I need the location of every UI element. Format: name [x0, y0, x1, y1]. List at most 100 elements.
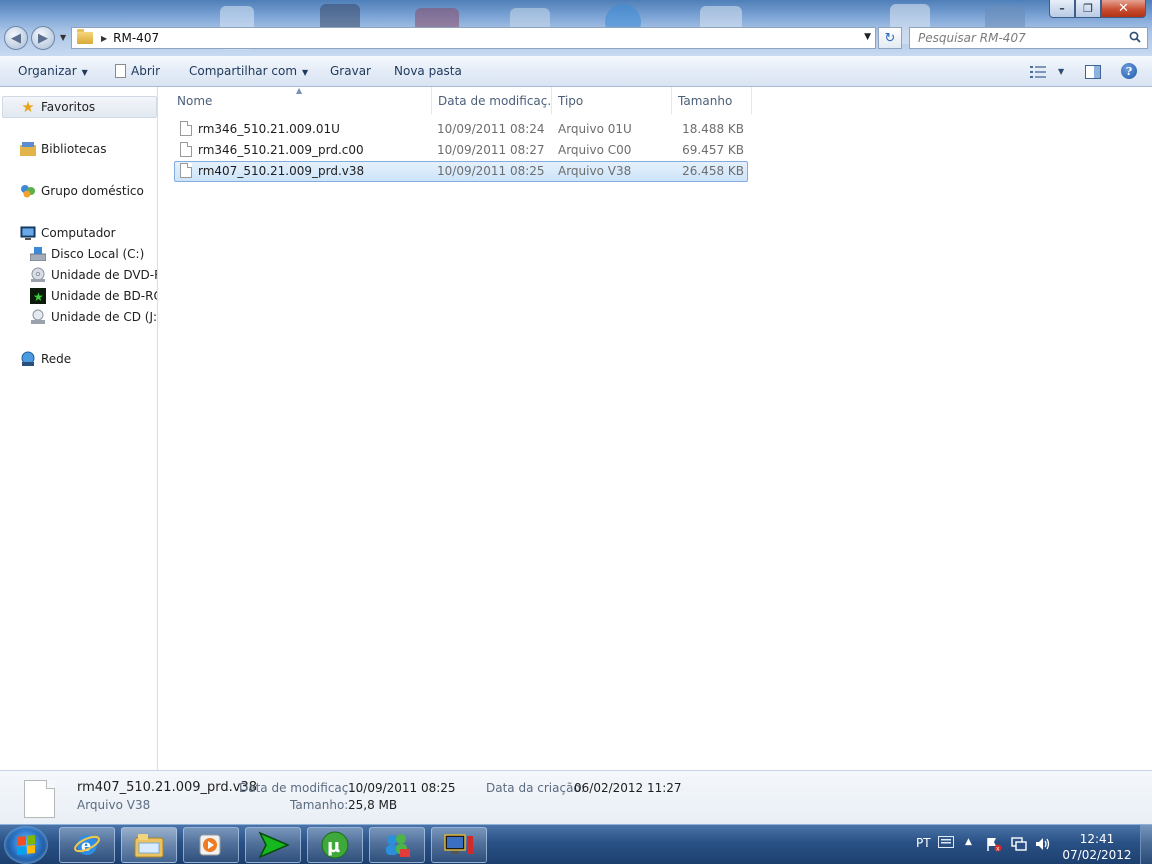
nav-favorites[interactable]: ★ Favoritos: [20, 98, 95, 116]
details-filetype: Arquivo V38: [77, 798, 151, 812]
taskbar-messenger[interactable]: [369, 827, 425, 863]
clock-time: 12:41: [1079, 832, 1115, 846]
nav-libraries[interactable]: Bibliotecas: [20, 141, 106, 157]
column-header-name[interactable]: Nome ▲: [171, 87, 432, 114]
recent-pages-dropdown-icon[interactable]: ▼: [60, 33, 66, 42]
taskbar-media-player[interactable]: [183, 827, 239, 863]
view-details-icon: [1030, 65, 1046, 78]
open-label: Abrir: [131, 64, 161, 78]
nav-drive-cd[interactable]: Unidade de CD (J:): [30, 309, 157, 325]
svg-text:µ: µ: [327, 836, 340, 857]
language-indicator[interactable]: PT: [916, 836, 931, 864]
nav-computer-label: Computador: [41, 226, 116, 240]
nav-drive-dvd[interactable]: Unidade de DVD-RW: [30, 267, 157, 283]
column-header-type[interactable]: Tipo: [552, 87, 672, 114]
help-icon[interactable]: ?: [1121, 63, 1137, 79]
view-options-dropdown-icon[interactable]: ▼: [1058, 67, 1064, 76]
file-row-selected[interactable]: rm407_510.21.009_prd.v38 10/09/2011 08:2…: [174, 161, 748, 182]
messenger-icon: [386, 834, 410, 857]
start-button[interactable]: [4, 826, 48, 864]
dvd-drive-icon: [30, 267, 46, 283]
nav-network-label: Rede: [41, 352, 72, 366]
chevron-down-icon: ▼: [81, 68, 88, 77]
file-date: 10/09/2011 08:24: [437, 122, 545, 136]
address-dropdown-icon[interactable]: ▼: [864, 32, 871, 42]
system-clock[interactable]: 12:41 07/02/2012: [1062, 831, 1132, 863]
document-icon: [115, 64, 126, 78]
details-pane: rm407_510.21.009_prd.v38 Arquivo V38 Dat…: [0, 770, 1152, 824]
file-date: 10/09/2011 08:27: [437, 143, 545, 157]
network-status-icon[interactable]: [1011, 836, 1027, 864]
volume-icon[interactable]: [1035, 836, 1051, 864]
column-header-size[interactable]: Tamanho: [672, 87, 752, 114]
details-modified-value: 10/09/2011 08:25: [348, 781, 456, 795]
share-label: Compartilhar com: [189, 64, 298, 78]
keyboard-icon[interactable]: [938, 836, 954, 864]
back-button[interactable]: ◀: [4, 26, 28, 50]
show-desktop-button[interactable]: [1140, 825, 1152, 864]
column-size-label: Tamanho: [678, 94, 733, 108]
file-date: 10/09/2011 08:25: [437, 164, 545, 178]
file-size: 69.457 KB: [682, 143, 744, 157]
column-name-label: Nome: [177, 94, 213, 108]
file-name: rm346_510.21.009.01U: [198, 122, 340, 136]
nav-network[interactable]: Rede: [20, 351, 71, 367]
open-button[interactable]: Abrir: [115, 64, 160, 78]
taskbar: e µ PT ▲ x 12:41 07/02/2012: [0, 824, 1152, 864]
burn-button[interactable]: Gravar: [330, 64, 371, 78]
change-view-button[interactable]: ▼: [1030, 63, 1064, 80]
preview-pane-button[interactable]: [1085, 63, 1101, 80]
column-type-label: Tipo: [558, 94, 584, 108]
hard-drive-icon: [30, 246, 46, 262]
show-hidden-icons-icon[interactable]: ▲: [965, 837, 972, 864]
file-type: Arquivo 01U: [558, 122, 632, 136]
refresh-button[interactable]: ↻: [878, 27, 902, 49]
file-icon: [180, 121, 192, 136]
share-menu[interactable]: Compartilhar com ▼: [189, 64, 308, 78]
nav-homegroup-label: Grupo doméstico: [41, 184, 144, 198]
details-created-label: Data da criação:: [486, 781, 585, 795]
nav-libraries-label: Bibliotecas: [41, 142, 107, 156]
action-center-icon[interactable]: x: [986, 836, 1002, 864]
window-titlebar: – ❐ ✕ ◀ ▶ ▼ ▶ RM-407 ▼ ↻: [0, 0, 1152, 56]
file-row[interactable]: rm346_510.21.009.01U 10/09/2011 08:24 Ar…: [174, 119, 748, 140]
nav-drive-dvd-label: Unidade de DVD-RW: [51, 268, 157, 282]
navigation-pane: ★ Favoritos Bibliotecas Grupo doméstico …: [0, 87, 158, 770]
nav-drive-c[interactable]: Disco Local (C:): [30, 246, 144, 262]
details-modified-label: Data de modificaç...: [239, 781, 360, 795]
taskbar-windows-explorer[interactable]: [121, 827, 177, 863]
utorrent-icon: µ: [321, 831, 349, 859]
column-date-label: Data de modificaç...: [438, 94, 552, 108]
close-button[interactable]: ✕: [1101, 0, 1146, 18]
breadcrumb-arrow-icon[interactable]: ▶: [101, 34, 107, 43]
minimize-button[interactable]: –: [1049, 0, 1075, 18]
taskbar-utorrent[interactable]: µ: [307, 827, 363, 863]
nav-computer[interactable]: Computador: [20, 225, 116, 241]
taskbar-green-arrow-app[interactable]: [245, 827, 301, 863]
column-header-date[interactable]: Data de modificaç...: [432, 87, 552, 114]
homegroup-icon: [20, 183, 36, 199]
restore-button[interactable]: ❐: [1075, 0, 1101, 18]
computer-monitor-icon: [444, 834, 473, 854]
forward-button[interactable]: ▶: [31, 26, 55, 50]
organize-menu[interactable]: Organizar ▼: [18, 64, 88, 78]
nav-drive-bd[interactable]: ★ Unidade de BD-ROM: [30, 288, 157, 304]
chevron-down-icon: ▼: [302, 68, 309, 77]
file-row[interactable]: rm346_510.21.009_prd.c00 10/09/2011 08:2…: [174, 140, 748, 161]
address-bar[interactable]: ▶ RM-407 ▼: [71, 27, 876, 49]
search-input[interactable]: [918, 31, 1118, 45]
details-size-value: 25,8 MB: [348, 798, 398, 812]
internet-explorer-icon: e: [74, 835, 100, 855]
search-box[interactable]: [909, 27, 1148, 49]
cd-drive-icon: [30, 309, 46, 325]
nav-drive-bd-label: Unidade de BD-ROM: [51, 289, 157, 303]
taskbar-network-app[interactable]: [431, 827, 487, 863]
breadcrumb-current[interactable]: RM-407: [113, 31, 159, 45]
taskbar-internet-explorer[interactable]: e: [59, 827, 115, 863]
clock-date: 07/02/2012: [1062, 848, 1132, 862]
search-icon[interactable]: [1129, 31, 1141, 43]
file-type: Arquivo C00: [558, 143, 632, 157]
sort-ascending-icon: ▲: [296, 87, 303, 95]
nav-homegroup[interactable]: Grupo doméstico: [20, 183, 144, 199]
new-folder-button[interactable]: Nova pasta: [394, 64, 462, 78]
